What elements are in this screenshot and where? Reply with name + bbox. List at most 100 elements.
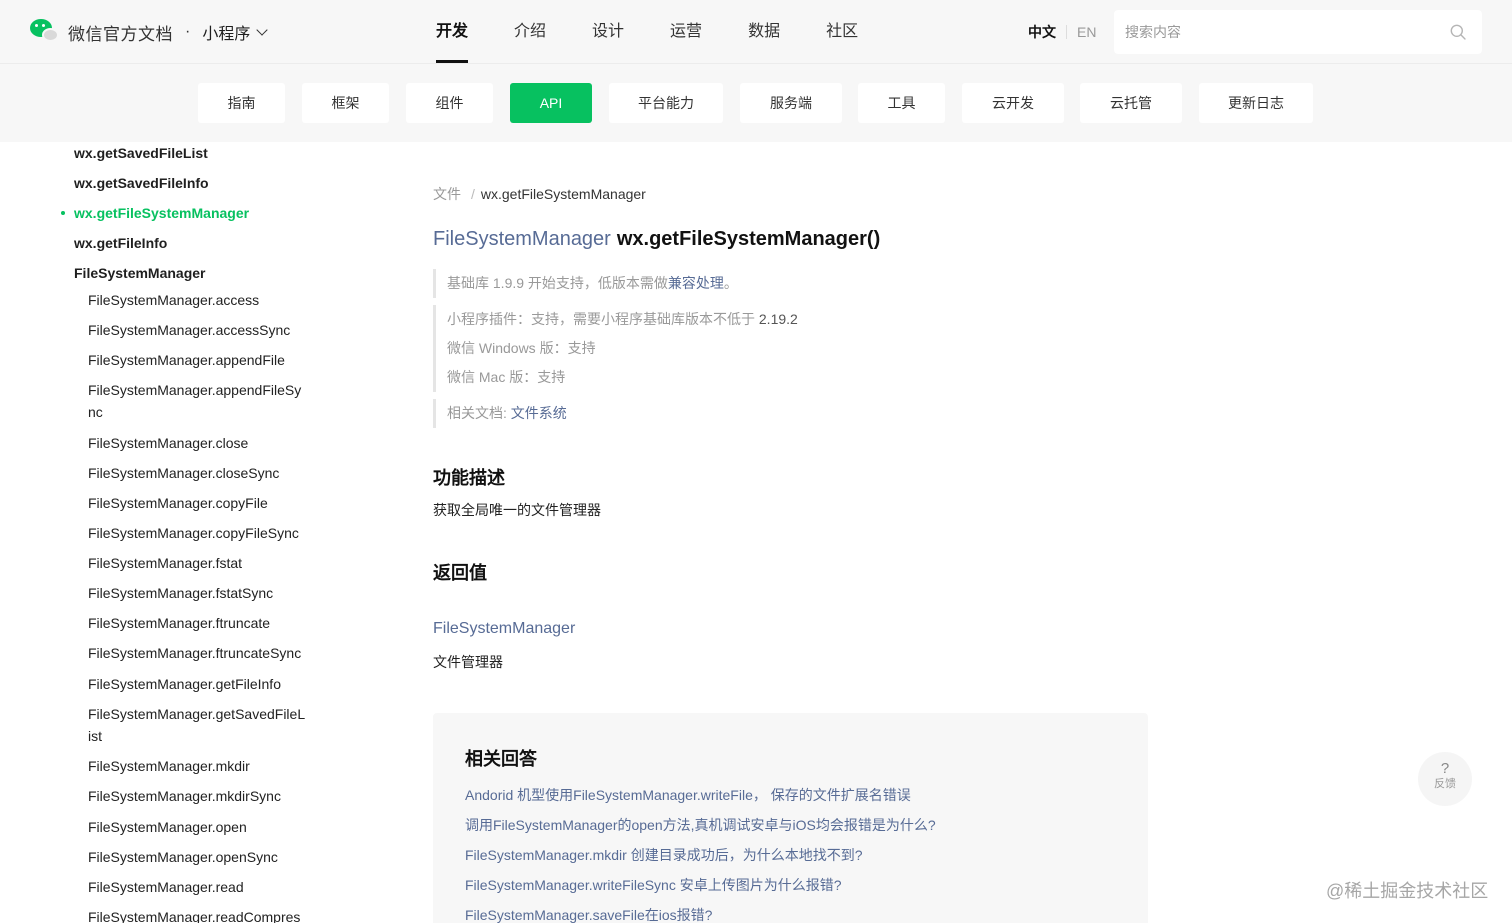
tab-guide[interactable]: 指南: [198, 83, 285, 123]
return-type-link[interactable]: FileSystemManager: [433, 620, 575, 638]
tab-cloud-dev[interactable]: 云开发: [962, 83, 1064, 123]
plugin-label: 小程序插件: [447, 311, 517, 327]
sidebar-subitem[interactable]: FileSystemManager.access: [88, 289, 308, 311]
support-prefix: 基础库 1.9.9 开始支持，低版本需做: [447, 275, 668, 291]
sidebar-subitem[interactable]: FileSystemManager.appendFile: [88, 349, 308, 371]
chevron-down-icon: [256, 24, 269, 36]
title-function: wx.getFileSystemManager(): [616, 228, 881, 250]
sidebar-subitem[interactable]: FileSystemManager.mkdir: [88, 755, 308, 777]
sidebar-nav: wx.getSavedFileList wx.getSavedFileInfo …: [0, 142, 340, 923]
sidebar-subitem[interactable]: FileSystemManager.ftruncateSync: [88, 642, 308, 664]
sidebar-subitem[interactable]: FileSystemManager.appendFileSync: [88, 379, 308, 423]
page-title: FileSystemManager wx.getFileSystemManager…: [433, 228, 880, 251]
breadcrumb-current: wx.getFileSystemManager: [480, 186, 646, 202]
sidebar-subitem[interactable]: FileSystemManager.read: [88, 876, 308, 898]
search-icon[interactable]: [1450, 24, 1466, 40]
plugin-text: ：支持，需要小程序基础库版本不低于: [517, 311, 759, 327]
brand-separator: ·: [185, 23, 191, 40]
sidebar-subitem[interactable]: FileSystemManager.open: [88, 816, 308, 838]
tab-api[interactable]: API: [510, 83, 592, 123]
section-heading-description: 功能描述: [433, 468, 505, 488]
tab-platform[interactable]: 平台能力: [609, 83, 723, 123]
windows-text: ：支持: [553, 340, 596, 356]
related-answers-card: 相关回答 Andorid 机型使用FileSystemManager.write…: [433, 713, 1148, 923]
description-text: 获取全局唯一的文件管理器: [433, 502, 601, 518]
sidebar-subitem[interactable]: FileSystemManager.readCompres: [88, 906, 308, 923]
related-answer-link[interactable]: 调用FileSystemManager的open方法,真机调试安卓与iOS均会报…: [465, 815, 936, 835]
lang-zh[interactable]: 中文: [1028, 22, 1056, 42]
sidebar-subitem[interactable]: FileSystemManager.copyFile: [88, 492, 308, 514]
lang-divider: [1066, 25, 1067, 39]
sidebar-item[interactable]: wx.getFileInfo: [74, 232, 167, 254]
plugin-support-row: 小程序插件：支持，需要小程序基础库版本不低于 2.19.2: [447, 305, 798, 334]
mac-label: 微信 Mac 版: [447, 369, 524, 385]
sidebar-subitem[interactable]: FileSystemManager.accessSync: [88, 319, 308, 341]
tab-cloud-hosting[interactable]: 云托管: [1080, 83, 1182, 123]
product-switcher[interactable]: 小程序: [202, 20, 269, 44]
windows-support-row: 微信 Windows 版：支持: [447, 334, 798, 363]
breadcrumb-parent[interactable]: 文件: [433, 186, 461, 202]
related-answer-link[interactable]: FileSystemManager.saveFile在ios报错?: [465, 905, 712, 923]
windows-label: 微信 Windows 版: [447, 340, 554, 356]
sidebar-subitem[interactable]: FileSystemManager.closeSync: [88, 462, 308, 484]
nav-item-data[interactable]: 数据: [732, 0, 796, 64]
compat-link[interactable]: 兼容处理: [668, 275, 724, 291]
sidebar-item[interactable]: FileSystemManager: [74, 262, 206, 284]
product-label: 小程序: [202, 26, 251, 43]
tab-tools[interactable]: 工具: [858, 83, 945, 123]
tab-changelog[interactable]: 更新日志: [1199, 83, 1313, 123]
support-note: 基础库 1.9.9 开始支持，低版本需做兼容处理。: [433, 269, 738, 298]
question-icon: ?: [1440, 760, 1450, 777]
tab-server[interactable]: 服务端: [740, 83, 842, 123]
brand[interactable]: 微信官方文档 · 小程序: [30, 18, 269, 46]
nav-item-community[interactable]: 社区: [810, 0, 874, 64]
support-suffix: 。: [723, 275, 738, 291]
mac-support-row: 微信 Mac 版：支持: [447, 363, 798, 392]
main-nav: 开发 介绍 设计 运营 数据 社区: [420, 0, 888, 64]
nav-item-operation[interactable]: 运营: [654, 0, 718, 64]
feedback-label: 反馈: [1434, 778, 1456, 790]
sidebar-item[interactable]: wx.getSavedFileList: [74, 142, 208, 164]
related-answer-link[interactable]: FileSystemManager.mkdir 创建目录成功后，为什么本地找不到…: [465, 845, 863, 865]
sub-nav: 指南 框架 组件 API 平台能力 服务端 工具 云开发 云托管 更新日志: [0, 64, 1512, 142]
sidebar-subitem[interactable]: FileSystemManager.mkdirSync: [88, 785, 308, 807]
related-docs: 相关文档: 文件系统: [433, 399, 567, 428]
sidebar-subitem[interactable]: FileSystemManager.fstatSync: [88, 582, 308, 604]
section-heading-return: 返回值: [433, 563, 487, 583]
sidebar-subitem[interactable]: FileSystemManager.getFileInfo: [88, 673, 308, 695]
nav-item-develop[interactable]: 开发: [420, 0, 484, 64]
sidebar-item[interactable]: wx.getSavedFileInfo: [74, 172, 209, 194]
sidebar-item-active[interactable]: wx.getFileSystemManager: [74, 202, 249, 224]
related-doc-link[interactable]: 文件系统: [511, 405, 567, 421]
related-answer-link[interactable]: FileSystemManager.writeFileSync 安卓上传图片为什…: [465, 875, 842, 895]
breadcrumb-separator: /: [471, 186, 475, 202]
feedback-button[interactable]: ? 反馈: [1418, 752, 1472, 806]
sidebar-subitem[interactable]: FileSystemManager.close: [88, 432, 308, 454]
related-answers-title: 相关回答: [465, 749, 537, 769]
sidebar-subitem[interactable]: FileSystemManager.fstat: [88, 552, 308, 574]
language-switch: 中文 EN: [1028, 22, 1096, 42]
active-bullet-icon: [61, 211, 65, 215]
title-return-type[interactable]: FileSystemManager: [433, 228, 611, 250]
sidebar-subitem[interactable]: FileSystemManager.copyFileSync: [88, 522, 308, 544]
sidebar-subitem[interactable]: FileSystemManager.getSavedFileList: [88, 703, 308, 747]
watermark: @稀土掘金技术社区: [1326, 881, 1489, 901]
sidebar-subitem[interactable]: FileSystemManager.openSync: [88, 846, 308, 868]
related-label: 相关文档:: [447, 405, 511, 421]
search-box: [1114, 10, 1482, 54]
search-input[interactable]: [1114, 10, 1444, 54]
platform-support: 小程序插件：支持，需要小程序基础库版本不低于 2.19.2 微信 Windows…: [433, 305, 798, 392]
nav-item-design[interactable]: 设计: [576, 0, 640, 64]
nav-item-intro[interactable]: 介绍: [498, 0, 562, 64]
related-answer-link[interactable]: Andorid 机型使用FileSystemManager.writeFile，…: [465, 785, 911, 805]
sidebar-subitem[interactable]: FileSystemManager.ftruncate: [88, 612, 308, 634]
tab-framework[interactable]: 框架: [302, 83, 389, 123]
wechat-logo-icon: [30, 19, 60, 45]
tab-components[interactable]: 组件: [406, 83, 493, 123]
return-description: 文件管理器: [433, 654, 503, 670]
breadcrumb: 文件 / wx.getFileSystemManager: [433, 184, 646, 204]
top-header: 微信官方文档 · 小程序 开发 介绍 设计 运营 数据 社区 中文 EN: [0, 0, 1512, 64]
mac-text: ：支持: [523, 369, 566, 385]
lang-en[interactable]: EN: [1077, 24, 1096, 40]
brand-title: 微信官方文档: [68, 24, 173, 44]
